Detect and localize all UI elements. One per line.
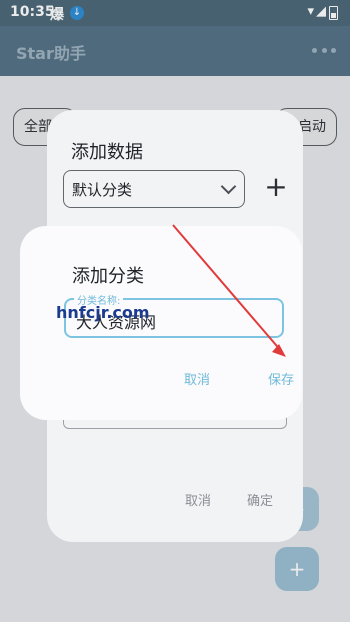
cancel-button[interactable]: 取消	[185, 490, 211, 509]
add-data-actions: 取消 确定	[185, 490, 273, 509]
add-category-actions: 取消 保存	[184, 369, 294, 388]
watermark: hnfcjr.com	[56, 303, 150, 322]
add-data-title: 添加数据	[71, 142, 143, 163]
screen: 10:35 爆 ↓ ▾◢ Star助手 全部 启动 + + 添加数据 默认分类 …	[0, 0, 350, 622]
confirm-button[interactable]: 确定	[247, 490, 273, 509]
category-select-value: 默认分类	[72, 181, 133, 199]
category-select[interactable]: 默认分类	[63, 170, 245, 208]
save-button[interactable]: 保存	[268, 369, 294, 388]
add-category-title: 添加分类	[72, 266, 144, 287]
cancel-button[interactable]: 取消	[184, 369, 210, 388]
add-category-button[interactable]: +	[261, 172, 291, 202]
add-category-dialog: 添加分类 分类名称: 大人资源网 取消 保存	[20, 226, 302, 420]
chevron-down-icon	[220, 178, 237, 195]
